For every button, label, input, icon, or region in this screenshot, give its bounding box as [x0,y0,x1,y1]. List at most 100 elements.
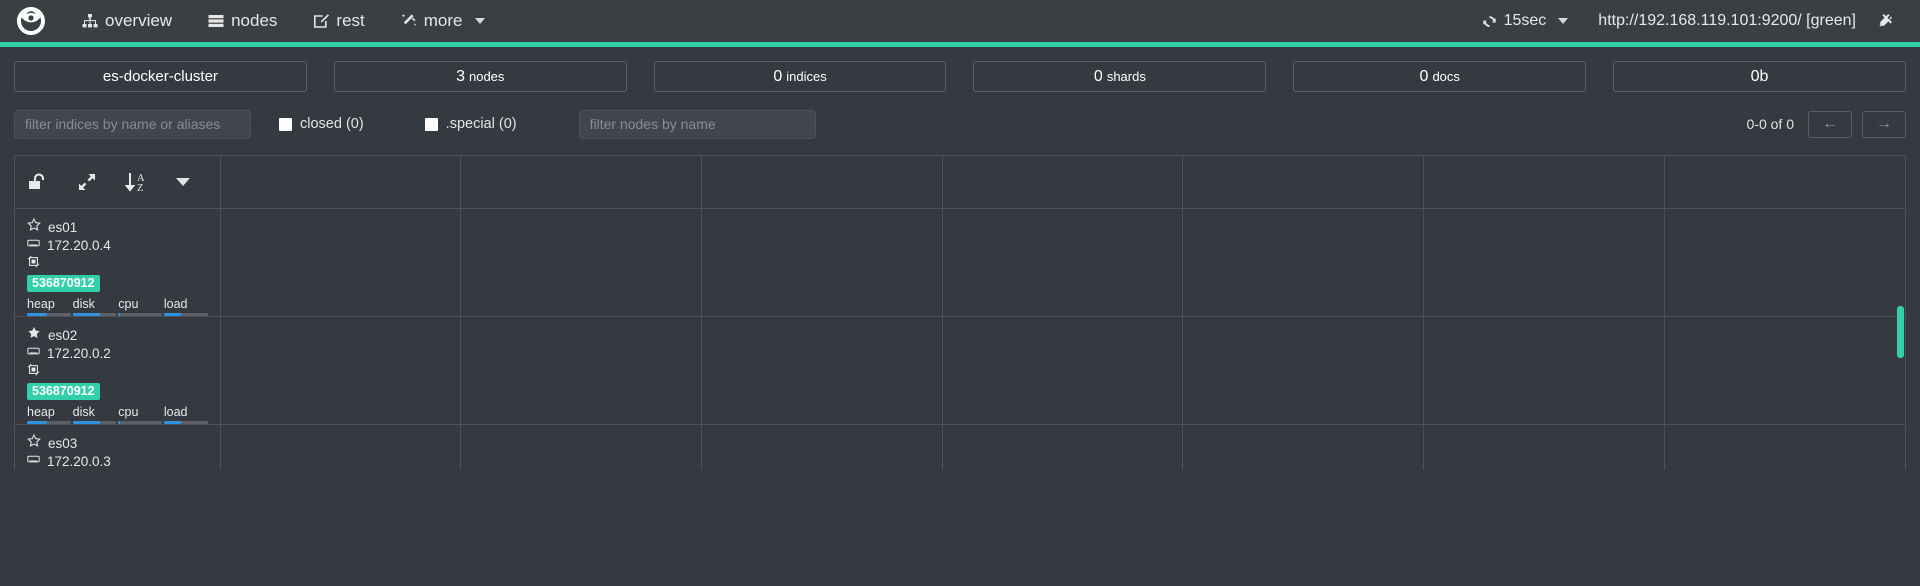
navbar-right-group: 15sec http://192.168.119.101:9200/ [gree… [1468,0,1908,42]
node-name-line[interactable]: es02 [27,326,210,344]
stat-shards-label: shards [1106,69,1146,84]
filters-row: closed (0) .special (0) 0-0 of 0 ← → [14,109,1906,139]
grid-empty-cell [1182,316,1425,425]
nav-item-rest[interactable]: rest [295,0,382,42]
pagination-next-button[interactable]: → [1862,110,1906,138]
metric-track [72,313,117,316]
star-outline-icon[interactable] [27,217,41,236]
node-cell-es03: es03172.20.0.3536870912heapdiskcpuload [15,424,221,470]
cluster-url-label[interactable]: http://192.168.119.101:9200/ [green] [1582,12,1872,30]
cerebro-logo-icon[interactable] [14,4,48,38]
checkbox-box-icon [279,117,292,131]
grid-header-empty-cell [1182,156,1425,209]
special-indices-label: .special (0) [445,116,517,132]
primary-nav: overview nodes rest more [64,0,503,42]
nav-item-nodes-label: nodes [231,11,278,30]
stat-cluster-name-value: es-docker-cluster [102,68,218,85]
metric-track [163,313,208,316]
nav-item-overview[interactable]: overview [64,0,190,42]
metric-label: disk [72,297,95,311]
metric-disk: disk [72,297,117,316]
node-metrics: heap disk cpu load [27,405,210,424]
nav-item-more[interactable]: more [383,0,503,42]
stat-indices-value: 0 [773,67,783,85]
node-row: es03172.20.0.3536870912heapdiskcpuload [15,424,1905,470]
stat-docs: 0 docs [1293,61,1587,92]
metric-fill [72,421,100,424]
closed-indices-checkbox[interactable]: closed (0) [279,116,364,132]
grid-empty-cell [460,316,702,425]
star-filled-icon[interactable] [27,326,41,344]
sitemap-icon [82,13,98,29]
node-name-label: es03 [48,435,78,451]
stat-nodes: 3 nodes [333,61,627,92]
metric-track [118,421,162,424]
stat-store-size: 0b [1613,61,1906,92]
server-box-icon [27,453,40,470]
metric-track [27,313,71,316]
grid-header-empty-cell [1664,156,1905,209]
disconnect-button[interactable] [1872,12,1908,30]
chevron-down-icon[interactable] [176,178,190,186]
sort-alpha-asc-icon[interactable]: A Z [125,170,149,194]
node-name-line[interactable]: es03 [27,433,210,452]
metric-fill [163,313,182,316]
metric-label: disk [72,405,95,419]
grid-header-empty-cell [701,156,943,209]
grid-empty-cell [460,424,702,470]
metric-cpu: cpu [118,297,162,316]
metric-label: cpu [118,297,139,311]
star-outline-icon[interactable] [27,433,41,452]
expand-arrows-icon[interactable] [76,171,98,193]
refresh-interval-selector[interactable]: 15sec [1468,0,1583,42]
vertical-scrollbar-thumb[interactable] [1897,306,1904,358]
stat-store-size-value: 0b [1750,67,1769,85]
filter-nodes-input[interactable] [578,109,816,139]
data-node-icon [27,255,40,272]
grid-empty-cell [1664,316,1905,425]
stat-nodes-label: nodes [468,69,505,84]
metric-track [27,421,71,424]
grid-empty-cell [942,316,1184,425]
node-ip-label: 172.20.0.4 [47,238,111,253]
metric-label: load [163,297,188,311]
node-cell-es01: es01 172.20.0.4 536870912 heap disk cpu load [15,208,221,317]
node-metrics: heap disk cpu load [27,297,210,316]
grid-empty-cell [701,316,943,425]
grid-empty-cell [220,316,462,425]
grid-empty-cell [1182,424,1425,470]
metric-track [72,421,117,424]
grid-empty-cell [1423,208,1665,317]
grid-empty-cell [220,424,462,470]
metric-label: load [163,405,188,419]
node-cell-es02: es02 172.20.0.2 536870912 heap disk cpu load [15,316,221,425]
special-indices-checkbox[interactable]: .special (0) [424,116,517,132]
data-node-icon [27,363,40,380]
node-heap-max-badge: 536870912 [27,275,100,292]
grid-empty-cell [701,424,943,470]
metric-fill [27,313,48,316]
magic-wand-icon [401,13,417,29]
pagination: 0-0 of 0 ← → [1747,110,1906,138]
grid-toolbar-cell: A Z [15,156,221,209]
grid-empty-cell [701,208,943,317]
server-box-icon [27,345,40,362]
node-row: es01 172.20.0.4 536870912 heap disk cpu load [15,208,1905,317]
node-name-label: es01 [48,219,78,235]
metric-track [163,421,208,424]
node-ip-line: 172.20.0.2 [27,345,210,362]
nav-item-nodes[interactable]: nodes [190,0,295,42]
filter-indices-input[interactable] [14,109,251,139]
metric-cpu: cpu [118,405,162,424]
grid-empty-cell [1423,424,1665,470]
pagination-prev-button[interactable]: ← [1808,110,1852,138]
metric-track [118,313,162,316]
stat-shards-value: 0 [1093,67,1103,85]
node-ip-label: 172.20.0.3 [47,454,111,469]
unlock-icon[interactable] [27,171,49,193]
grid-header-empty-cell [460,156,702,209]
metric-fill [118,313,121,316]
node-name-line[interactable]: es01 [27,217,210,236]
grid-header-empty-cell [220,156,462,209]
stat-indices: 0 indices [653,61,947,92]
